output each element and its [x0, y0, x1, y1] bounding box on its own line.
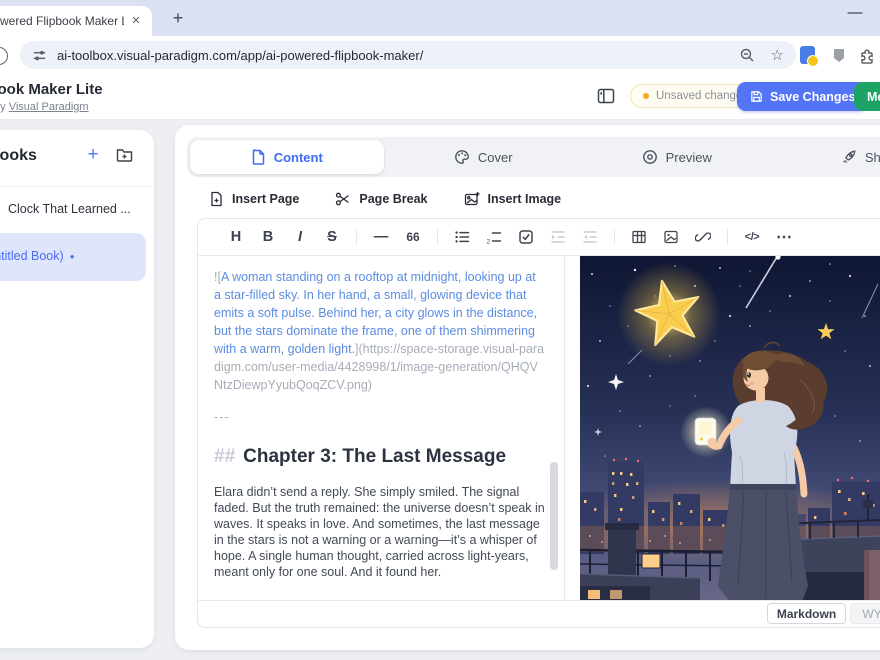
- visual-paradigm-link[interactable]: Visual Paradigm: [9, 101, 89, 113]
- task-list-button[interactable]: [510, 229, 542, 245]
- horizontal-rule-button[interactable]: —: [365, 229, 397, 245]
- browser-tab[interactable]: AI-Powered Flipbook Maker Lite ✕: [0, 6, 152, 36]
- sidebar-item-book-1[interactable]: Clock That Learned ...: [8, 202, 131, 216]
- more-tools-button[interactable]: ⋯: [768, 227, 800, 247]
- app-title: AI-Powered Flipbook Maker Lite: [0, 81, 103, 98]
- browser-toolbar: ai-toolbox.visual-paradigm.com/app/ai-po…: [0, 36, 880, 74]
- italic-button[interactable]: I: [284, 229, 316, 245]
- extension-icon[interactable]: [800, 46, 815, 64]
- extensions-puzzle-icon[interactable]: [859, 46, 877, 64]
- insert-image-label: Insert Image: [488, 192, 562, 206]
- chapter-heading: ##Chapter 3: The Last Message: [214, 445, 546, 469]
- collapse-sidebar-icon[interactable]: [597, 87, 615, 105]
- strikethrough-button[interactable]: S: [316, 229, 348, 245]
- heading-button[interactable]: H: [220, 229, 252, 245]
- palette-icon: [454, 149, 470, 165]
- editor-content: ![A woman standing on a rooftop at midni…: [198, 256, 880, 601]
- indent-button[interactable]: [542, 229, 574, 245]
- link-button[interactable]: [687, 229, 719, 245]
- close-tab-icon[interactable]: ✕: [128, 13, 144, 29]
- markdown-source: ![A woman standing on a rooftop at midni…: [214, 268, 546, 580]
- new-tab-button[interactable]: +: [166, 7, 190, 31]
- page-break-button[interactable]: Page Break: [327, 187, 435, 211]
- markdown-hr: ---: [214, 408, 546, 426]
- unsaved-badge-label: Unsaved changes: [656, 90, 748, 102]
- wysiwyg-mode-button[interactable]: WYSIWYG: [850, 603, 880, 624]
- sidebar-title: Books: [0, 147, 37, 165]
- rocket-icon: [841, 149, 857, 165]
- more-button[interactable]: More: [854, 82, 880, 111]
- tab-content-label: Content: [274, 150, 323, 165]
- insert-image-button[interactable]: Insert Image: [456, 187, 570, 211]
- view-tabs: Content Cover Preview Share: [187, 137, 880, 177]
- insert-toolbar: Insert Page Page Break Insert Image: [201, 185, 569, 213]
- toolbar-divider: [437, 229, 438, 245]
- site-settings-icon[interactable]: [32, 48, 47, 63]
- add-book-button[interactable]: +: [82, 144, 104, 166]
- tab-share-label: Share: [865, 150, 880, 165]
- tab-title: AI-Powered Flipbook Maker Lite: [0, 14, 124, 28]
- image-preview-pane: [565, 256, 880, 601]
- scissors-icon: [335, 191, 351, 207]
- toolbar-divider: [727, 229, 728, 245]
- browser-window: AI-Powered Flipbook Maker Lite ✕ + — ai-…: [0, 0, 880, 660]
- generated-story-image: [580, 256, 880, 601]
- extension-badge: [807, 55, 819, 67]
- unsaved-book-dot: ●: [70, 252, 75, 261]
- tab-preview[interactable]: Preview: [580, 137, 774, 177]
- sidebar-divider: [0, 186, 154, 187]
- zoom-icon[interactable]: [739, 47, 755, 63]
- tab-preview-label: Preview: [666, 150, 712, 165]
- markdown-text-pane[interactable]: ![A woman standing on a rooftop at midni…: [198, 256, 565, 601]
- sidebar-item-book-2-selected[interactable]: (Untitled Book)●: [0, 233, 146, 281]
- marker-extension-icon[interactable]: [831, 47, 847, 63]
- table-button[interactable]: [623, 229, 655, 245]
- app-byline: by Visual Paradigm: [0, 101, 89, 113]
- books-sidebar: Books + Clock That Learned ... (Untitled…: [0, 130, 154, 648]
- tab-share[interactable]: Share: [774, 137, 880, 177]
- image-button[interactable]: [655, 229, 687, 245]
- selected-book-label: (Untitled Book)●: [0, 249, 75, 263]
- insert-image-icon: [464, 191, 480, 207]
- reload-icon-partial: [0, 47, 8, 65]
- chapter-paragraph: Elara didn’t send a reply. She simply sm…: [214, 484, 546, 580]
- import-book-icon[interactable]: [116, 147, 133, 163]
- url-bar[interactable]: ai-toolbox.visual-paradigm.com/app/ai-po…: [20, 41, 796, 69]
- byline-prefix: by: [0, 101, 6, 113]
- page-break-label: Page Break: [359, 192, 427, 206]
- markdown-mode-button[interactable]: Markdown: [767, 603, 846, 624]
- markdown-editor: H B I S — 66 < text x="0.5" y="6">12: [197, 218, 880, 628]
- bullet-list-button[interactable]: [446, 229, 478, 245]
- numbered-list-button[interactable]: < text x="0.5" y="6">12: [478, 229, 510, 245]
- editor-panel: Content Cover Preview Share: [175, 125, 880, 650]
- preview-icon: [642, 149, 658, 165]
- toolbar-divider: [614, 229, 615, 245]
- browser-tabstrip: AI-Powered Flipbook Maker Lite ✕ + —: [0, 0, 880, 36]
- app-header: AI-Powered Flipbook Maker Lite by Visual…: [0, 74, 880, 120]
- insert-page-label: Insert Page: [232, 192, 299, 206]
- insert-page-icon: [209, 191, 224, 207]
- save-icon: [750, 90, 763, 103]
- tab-cover[interactable]: Cover: [387, 137, 581, 177]
- code-button[interactable]: </>: [736, 231, 768, 243]
- document-icon: [251, 149, 266, 165]
- toolbar-divider: [356, 229, 357, 245]
- tab-cover-label: Cover: [478, 150, 513, 165]
- save-button-label: Save Changes: [770, 90, 855, 104]
- blockquote-button[interactable]: 66: [397, 230, 429, 244]
- outdent-button[interactable]: [574, 229, 606, 245]
- bold-button[interactable]: B: [252, 229, 284, 245]
- minimize-icon[interactable]: —: [844, 4, 866, 21]
- bookmark-star-icon[interactable]: ☆: [771, 46, 784, 64]
- image-markdown-line: ![A woman standing on a rooftop at midni…: [214, 268, 546, 394]
- url-text: ai-toolbox.visual-paradigm.com/app/ai-po…: [57, 48, 423, 63]
- insert-page-button[interactable]: Insert Page: [201, 187, 307, 211]
- save-changes-button[interactable]: Save Changes: [737, 82, 868, 111]
- svg-text:2: 2: [487, 239, 491, 246]
- format-toolbar: H B I S — 66 < text x="0.5" y="6">12: [198, 219, 880, 256]
- editor-scrollbar[interactable]: [550, 462, 558, 570]
- editor-mode-bar: Markdown WYSIWYG: [198, 600, 880, 627]
- unsaved-dot-icon: [643, 93, 649, 99]
- tab-content[interactable]: Content: [190, 140, 384, 174]
